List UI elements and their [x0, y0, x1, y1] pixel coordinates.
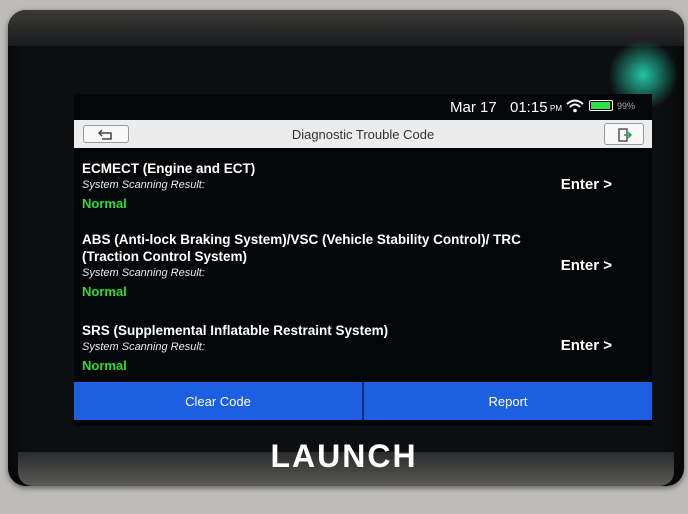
- exit-button[interactable]: [604, 123, 644, 145]
- system-name: ABS (Anti-lock Braking System)/VSC (Vehi…: [82, 232, 521, 264]
- status-time: 01:15: [510, 99, 548, 116]
- enter-button[interactable]: Enter >: [561, 337, 612, 354]
- system-name: ECMECT (Engine and ECT): [82, 161, 256, 176]
- report-button[interactable]: Report: [362, 382, 652, 420]
- system-item[interactable]: SRS (Supplemental Inflatable Restraint S…: [82, 322, 642, 373]
- exit-icon: [618, 128, 632, 142]
- status-bar: Mar 17 01:15 PM 99%: [74, 94, 652, 120]
- status-date: Mar 17: [450, 99, 497, 116]
- system-result-label: System Scanning Result:: [82, 267, 205, 279]
- wifi-icon: [566, 99, 584, 113]
- battery-icon: [589, 100, 613, 111]
- battery-fill: [591, 102, 610, 109]
- launch-logo: LAUNCH: [270, 438, 418, 474]
- system-result-label: System Scanning Result:: [82, 341, 205, 353]
- system-status: Normal: [82, 358, 127, 373]
- system-name: SRS (Supplemental Inflatable Restraint S…: [82, 323, 389, 338]
- device-top-bezel: [8, 10, 684, 46]
- status-ampm: PM: [550, 104, 562, 113]
- enter-button[interactable]: Enter >: [561, 257, 612, 274]
- battery-percent: 99%: [617, 101, 636, 111]
- enter-button[interactable]: Enter >: [561, 176, 612, 193]
- page-title: Diagnostic Trouble Code: [291, 127, 435, 142]
- system-result-label: System Scanning Result:: [82, 179, 205, 191]
- system-item[interactable]: ECMECT (Engine and ECT) System Scanning …: [82, 160, 642, 211]
- system-status: Normal: [82, 284, 127, 299]
- clear-code-button[interactable]: Clear Code: [74, 382, 362, 420]
- title-bar: Diagnostic Trouble Code: [74, 120, 652, 148]
- system-item[interactable]: ABS (Anti-lock Braking System)/VSC (Vehi…: [82, 231, 642, 299]
- screen: Mar 17 01:15 PM 99% Diagnostic Trouble C…: [74, 94, 652, 426]
- system-status: Normal: [82, 196, 127, 211]
- bottom-action-bar: Clear Code Report: [74, 382, 652, 420]
